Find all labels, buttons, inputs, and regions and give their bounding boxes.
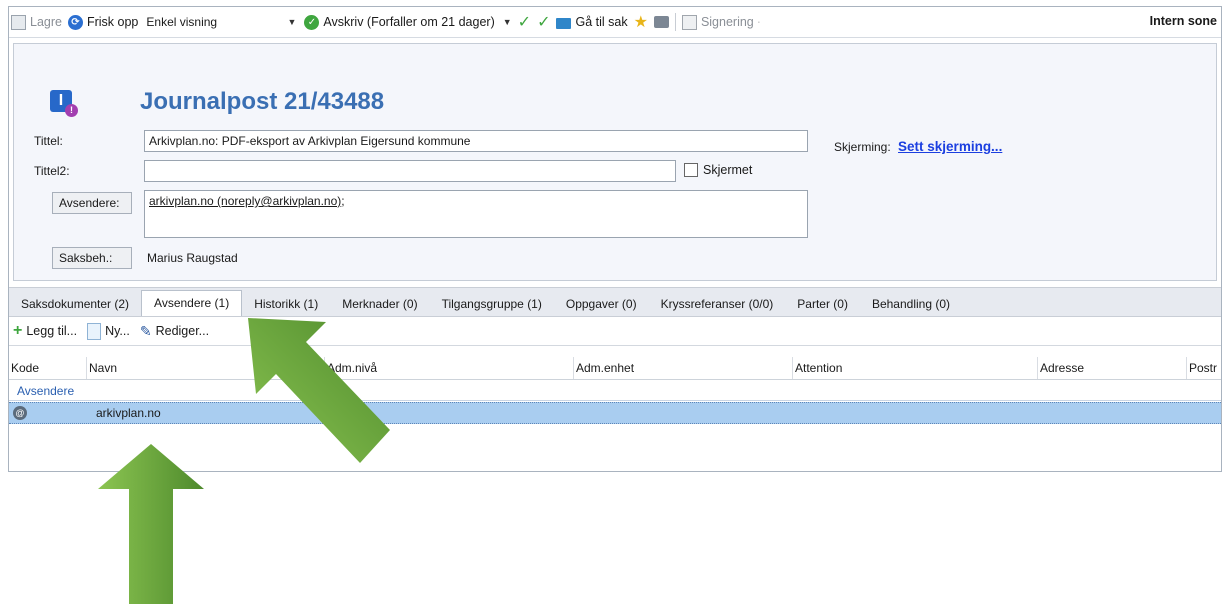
chevron-down-icon[interactable]: ▼ [503,17,512,27]
writeoff-button[interactable]: ✓ Avskriv (Forfaller om 21 dager) ▼ [304,14,512,30]
folder-icon [556,17,572,29]
new-document-icon [87,322,102,340]
chevron-down-icon: ▼ [287,17,297,27]
signing-icon [681,14,697,30]
journal-header-panel: I! Journalpost 21/43488 Tittel: Arkivpla… [13,43,1217,281]
title-label: Tittel: [34,134,63,148]
tab-tasks[interactable]: Oppgaver (0) [554,292,649,316]
column-header-address[interactable]: Adresse [1038,357,1187,379]
column-header-postal[interactable]: Postr [1187,357,1221,379]
sender-type-icon: @ [13,406,27,420]
save-button[interactable]: Lagre [11,14,62,30]
grid-header: Kode Navn Adm.nivå Adm.enhet Attention A… [9,357,1221,380]
checkbox-box[interactable] [684,163,698,177]
tab-history[interactable]: Historikk (1) [242,292,330,316]
tab-senders[interactable]: Avsendere (1) [141,290,243,316]
title2-label: Tittel2: [34,164,70,178]
screened-checkbox[interactable]: Skjermet [684,163,752,177]
refresh-button[interactable]: ⟳ Frisk opp [67,14,138,30]
group-header-senders: Avsendere [9,381,1221,401]
journal-document-icon: I! [50,90,78,117]
title2-input[interactable] [144,160,676,182]
goto-case-button[interactable]: Gå til sak [556,15,628,29]
screening-label: Skjerming: Sett skjerming... [834,139,1003,154]
case-handler-value: Marius Raugstad [147,251,238,265]
sender-link[interactable]: arkivplan.no (noreply@arkivplan.no) [149,194,341,208]
case-handler-button[interactable]: Saksbeh.: [52,247,132,269]
senders-button[interactable]: Avsendere: [52,192,132,214]
print-icon[interactable] [653,16,669,28]
annotation-arrow-up [98,444,204,604]
annotation-arrow-diagonal [248,318,390,463]
refresh-icon: ⟳ [67,14,83,30]
tab-processing[interactable]: Behandling (0) [860,292,962,316]
tab-access-group[interactable]: Tilgangsgruppe (1) [430,292,554,316]
tab-notes[interactable]: Merknader (0) [330,292,429,316]
senders-field[interactable]: arkivplan.no (noreply@arkivplan.no); [144,190,808,238]
journal-window: Lagre ⟳ Frisk opp Enkel visning ▼ ✓ Avsk… [8,6,1222,472]
add-button[interactable]: + Legg til... [13,322,77,340]
view-select[interactable]: Enkel visning ▼ [146,15,296,29]
row-name-cell: arkivplan.no [96,406,161,420]
favorite-star-icon[interactable]: ★ [634,12,648,32]
save-icon [11,14,26,30]
signing-button[interactable]: Signering · [681,14,761,30]
tab-case-documents[interactable]: Saksdokumenter (2) [9,292,141,316]
checkmark-circle-icon: ✓ [304,14,320,30]
document-tabs: Saksdokumenter (2) Avsendere (1) Histori… [9,287,1221,317]
main-toolbar: Lagre ⟳ Frisk opp Enkel visning ▼ ✓ Avsk… [9,7,1221,38]
page-title: Journalpost 21/43488 [140,88,385,115]
set-screening-link[interactable]: Sett skjerming... [898,139,1002,154]
tab-parties[interactable]: Parter (0) [785,292,860,316]
approve-check-icon[interactable]: ✓ [518,12,531,32]
column-header-adm-unit[interactable]: Adm.enhet [574,357,793,379]
new-button[interactable]: Ny... [87,322,130,340]
warning-badge-icon: ! [65,104,78,117]
column-header-attention[interactable]: Attention [793,357,1038,379]
toolbar-divider [674,13,676,31]
edit-button[interactable]: ✎ Rediger... [140,323,209,340]
plus-icon: + [13,322,23,339]
pencil-icon: ✎ [139,322,152,339]
approve-all-check-icon[interactable]: ✓ [537,12,550,32]
tab-cross-references[interactable]: Kryssreferanser (0/0) [649,292,786,316]
chevron-down-icon: · [757,18,761,26]
title-input[interactable]: Arkivplan.no: PDF-eksport av Arkivplan E… [144,130,808,152]
senders-toolbar: + Legg til... Ny... ✎ Rediger... [9,317,1221,346]
security-zone-label: Intern sone [1149,14,1217,28]
table-row[interactable]: @ arkivplan.no [9,402,1221,424]
column-header-code[interactable]: Kode [9,357,87,379]
